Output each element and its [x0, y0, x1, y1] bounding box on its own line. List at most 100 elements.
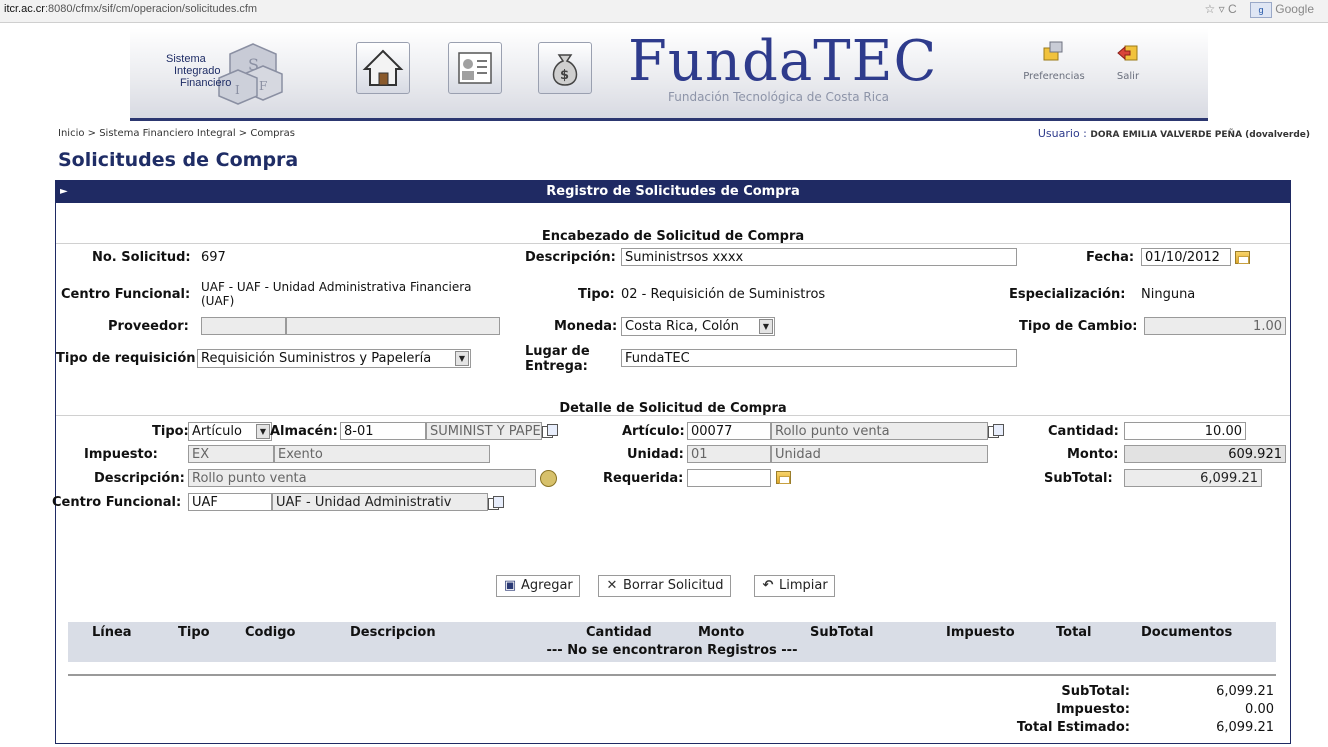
descripcion-label: Descripción: — [525, 250, 616, 265]
requerida-input[interactable] — [687, 469, 771, 487]
empty-grid-message: --- No se encontraron Registros --- — [546, 643, 798, 658]
lookup-icon[interactable] — [488, 496, 504, 510]
detail-descripcion-input[interactable]: Rollo punto venta — [188, 469, 536, 487]
logout-label: Salir — [1116, 71, 1140, 82]
unidad-code-input[interactable]: 01 — [687, 445, 771, 463]
chevron-down-icon: ▼ — [455, 351, 469, 366]
detail-tipo-label: Tipo: — [152, 424, 189, 439]
user-name: DORA EMILIA VALVERDE PEÑA (dovalverde) — [1090, 130, 1310, 140]
articulo-name-input[interactable]: Rollo punto venta — [771, 422, 988, 440]
proveedor-code-input[interactable] — [201, 317, 286, 335]
detail-centro-code-input[interactable]: UAF — [188, 493, 272, 511]
col-codigo[interactable]: Codigo — [245, 625, 295, 640]
col-linea[interactable]: Línea — [92, 625, 132, 640]
lugar-entrega-input[interactable]: FundaTEC — [621, 349, 1017, 367]
col-descripcion[interactable]: Descripcion — [350, 625, 436, 640]
sif-logo[interactable]: S F I Sistema Integrado Financiero — [158, 40, 283, 106]
articulo-code-input[interactable]: 00077 — [687, 422, 771, 440]
col-tipo[interactable]: Tipo — [178, 625, 210, 640]
almacen-name-input[interactable]: SUMINIST Y PAPE — [426, 422, 542, 440]
centro-funcional-label: Centro Funcional: — [61, 287, 191, 302]
impuesto-name-input[interactable]: Exento — [274, 445, 490, 463]
proveedor-name-input[interactable] — [286, 317, 500, 335]
col-impuesto[interactable]: Impuesto — [946, 625, 1015, 640]
limpiar-button[interactable]: ↶ Limpiar — [754, 575, 835, 597]
search-engine-label[interactable]: Google — [1275, 2, 1314, 16]
address-bar[interactable]: itcr.ac.cr:8080/cfmx/sif/cm/operacion/so… — [4, 3, 257, 15]
tipo-value: 02 - Requisición de Suministros — [621, 287, 826, 302]
tipo-requisicion-select[interactable]: Requisición Suministros y Papelería ▼ — [197, 349, 471, 368]
chevron-down-icon: ▼ — [759, 319, 773, 334]
edit-note-icon[interactable] — [540, 470, 557, 487]
tipo-cambio-input[interactable]: 1.00 — [1144, 317, 1286, 335]
monto-input[interactable]: 609.921 — [1124, 445, 1286, 463]
fundatec-subtitle: Fundación Tecnológica de Costa Rica — [668, 90, 890, 104]
collapse-arrow-icon[interactable]: ► — [60, 181, 68, 203]
dropdown-arrow-icon[interactable]: ▿ — [1219, 2, 1225, 16]
lugar-entrega-label: Lugar de Entrega: — [525, 344, 590, 374]
fecha-input[interactable]: 01/10/2012 — [1141, 248, 1231, 266]
money-bag-icon: $ — [552, 54, 578, 86]
unidad-name-input[interactable]: Unidad — [771, 445, 988, 463]
total-estimado-label: Total Estimado: — [1016, 720, 1130, 735]
total-subtotal-value: 6,099.21 — [1216, 684, 1274, 699]
detail-subtotal-label: SubTotal: — [1044, 471, 1113, 486]
detail-centro-name-input[interactable]: UAF - Unidad Administrativ — [272, 493, 488, 511]
logout-icon — [1117, 45, 1138, 61]
user-card-icon — [458, 52, 492, 84]
finance-button[interactable]: $ — [538, 42, 592, 94]
tipo-cambio-label: Tipo de Cambio: — [1019, 319, 1138, 334]
moneda-label: Moneda: — [554, 319, 618, 334]
col-total[interactable]: Total — [1056, 625, 1092, 640]
detail-subtotal-input[interactable]: 6,099.21 — [1124, 469, 1262, 487]
col-subtotal[interactable]: SubTotal — [810, 625, 873, 640]
tipo-label: Tipo: — [578, 287, 615, 302]
user-label: Usuario : — [1037, 127, 1087, 140]
preferences-label: Preferencias — [1023, 71, 1085, 82]
delete-x-icon: ✕ — [606, 578, 618, 593]
descripcion-input[interactable]: Suministrsos xxxx — [621, 248, 1017, 266]
detail-tipo-select[interactable]: Artículo ▼ — [188, 422, 272, 441]
moneda-select[interactable]: Costa Rica, Colón ▼ — [621, 317, 775, 336]
col-documentos[interactable]: Documentos — [1141, 625, 1232, 640]
chevron-down-icon: ▼ — [256, 424, 270, 439]
impuesto-label: Impuesto: — [84, 447, 158, 462]
app-banner: S F I Sistema Integrado Financiero $ Fun… — [130, 28, 1208, 121]
col-cantidad[interactable]: Cantidad — [586, 625, 652, 640]
reload-icon[interactable]: C — [1228, 2, 1237, 16]
logout-link[interactable]: Salir — [1088, 40, 1168, 82]
breadcrumb[interactable]: Inicio > Sistema Financiero Integral > C… — [58, 128, 295, 139]
lookup-icon[interactable] — [988, 424, 1004, 438]
svg-text:F: F — [259, 79, 267, 93]
bookmark-star-icon[interactable]: ☆ — [1204, 2, 1215, 16]
total-subtotal-label: SubTotal: — [1061, 684, 1130, 699]
cantidad-input[interactable]: 10.00 — [1124, 422, 1246, 440]
col-monto[interactable]: Monto — [698, 625, 744, 640]
profile-button[interactable] — [448, 42, 502, 94]
fecha-label: Fecha: — [1086, 250, 1135, 265]
total-estimado-value: 6,099.21 — [1216, 720, 1274, 735]
almacen-code-input[interactable]: 8-01 — [340, 422, 426, 440]
impuesto-code-input[interactable]: EX — [188, 445, 274, 463]
svg-text:I: I — [235, 83, 240, 97]
calendar-icon[interactable] — [776, 471, 791, 484]
home-button[interactable] — [356, 42, 410, 94]
almacen-label: Almacén: — [270, 424, 338, 439]
logo-text-3: Financiero — [180, 77, 231, 89]
lookup-icon[interactable] — [542, 424, 558, 438]
agregar-button[interactable]: ▣ Agregar — [496, 575, 580, 597]
registro-panel: ► Registro de Solicitudes de Compra Enca… — [52, 180, 1291, 744]
borrar-solicitud-button[interactable]: ✕ Borrar Solicitud — [598, 575, 731, 597]
detail-descripcion-label: Descripción: — [94, 471, 185, 486]
especializacion-value: Ninguna — [1141, 287, 1196, 302]
lines-grid-header: Línea Tipo Codigo Descripcion Cantidad M… — [68, 622, 1276, 662]
google-logo-icon[interactable]: g — [1249, 2, 1272, 18]
svg-text:S: S — [248, 55, 259, 74]
panel-header: ► Registro de Solicitudes de Compra — [56, 181, 1290, 203]
header-section-title: Encabezado de Solicitud de Compra — [541, 229, 805, 244]
preferences-link[interactable]: Preferencias — [1014, 40, 1094, 82]
logo-text-2: Integrado — [174, 65, 220, 77]
divider — [56, 243, 1290, 244]
no-solicitud-label: No. Solicitud: — [92, 250, 191, 265]
calendar-icon[interactable] — [1235, 251, 1250, 264]
